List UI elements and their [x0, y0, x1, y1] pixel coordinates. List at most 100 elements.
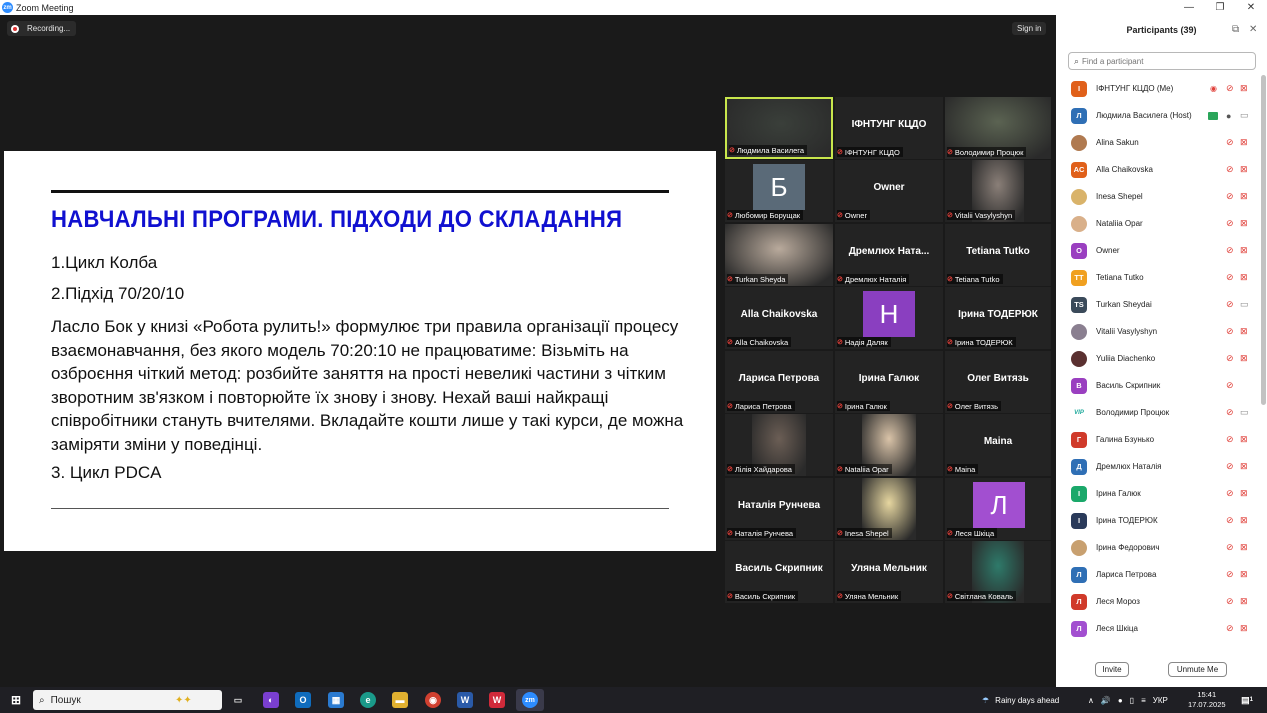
video-tile[interactable]: Б ⊘ Любомир Борущак	[725, 160, 833, 222]
participant-row[interactable]: Л Людмила Василега (Host) ● ▭	[1056, 102, 1261, 129]
language-indicator[interactable]: УКР	[1153, 696, 1168, 705]
weather-widget[interactable]: ☂ Rainy days ahead	[982, 687, 1059, 713]
video-tile[interactable]: Ірина Галюк ⊘ Ірина Галюк	[835, 351, 943, 413]
mic-muted-icon[interactable]: ⊘	[1226, 137, 1234, 148]
mic-muted-icon[interactable]: ⊘	[1226, 569, 1234, 580]
camera-off-icon[interactable]: ⊠	[1240, 326, 1248, 337]
chrome-icon[interactable]: ◉	[425, 692, 441, 708]
camera-off-icon[interactable]: ⊠	[1240, 218, 1248, 229]
video-tile[interactable]: Наталія Рунчева ⊘ Наталія Рунчева	[725, 478, 833, 540]
video-tile[interactable]: Tetiana Tutko ⊘ Tetiana Tutko	[945, 224, 1051, 286]
mic-muted-icon[interactable]: ⊘	[1226, 245, 1234, 256]
sign-in-button[interactable]: Sign in	[1012, 22, 1047, 35]
camera-off-icon[interactable]: ⊠	[1240, 164, 1248, 175]
participant-row[interactable]: TT Tetiana Tutko ⊘ ⊠	[1056, 264, 1261, 291]
volume-icon[interactable]: 🔊	[1101, 696, 1111, 705]
mic-muted-icon[interactable]: ⊘	[1226, 488, 1234, 499]
video-tile[interactable]: ⊘ Світлана Коваль	[945, 541, 1051, 603]
camera-off-icon[interactable]: ⊠	[1240, 461, 1248, 472]
mic-muted-icon[interactable]: ⊘	[1226, 326, 1234, 337]
zoom-taskbar-icon[interactable]: zm	[516, 689, 544, 711]
video-tile[interactable]: ⊘ Vitalii Vasylyshyn	[945, 160, 1051, 222]
participant-row[interactable]: Л Леся Шкіца ⊘ ⊠	[1056, 615, 1261, 642]
video-tile[interactable]: Н ⊘ Надія Даляк	[835, 287, 943, 349]
participant-row[interactable]: Л Лариса Петрова ⊘ ⊠	[1056, 561, 1261, 588]
camera-off-icon[interactable]: ⊠	[1240, 434, 1248, 445]
invite-button[interactable]: Invite	[1095, 662, 1129, 677]
mic-muted-icon[interactable]: ⊘	[1226, 191, 1234, 202]
participant-row[interactable]: І Ірина ТОДЕРЮК ⊘ ⊠	[1056, 507, 1261, 534]
camera-off-icon[interactable]: ⊠	[1240, 137, 1248, 148]
word-icon[interactable]: W	[457, 692, 473, 708]
system-tray[interactable]: ∧ 🔊 ● ▯ ≡ УКР	[1088, 687, 1168, 713]
mic-muted-icon[interactable]: ⊘	[1226, 272, 1234, 283]
video-tile[interactable]: Уляна Мельник ⊘ Уляна Мельник	[835, 541, 943, 603]
video-tile[interactable]: Олег Витязь ⊘ Олег Витязь	[945, 351, 1051, 413]
copilot-icon[interactable]: ◐	[263, 692, 279, 708]
task-view-icon[interactable]: ▭	[230, 692, 246, 708]
notification-icon[interactable]: ▤ 1	[1239, 692, 1255, 708]
participant-row[interactable]: Vitalii Vasylyshyn ⊘ ⊠	[1056, 318, 1261, 345]
scrollbar-thumb[interactable]	[1261, 75, 1266, 405]
video-tile[interactable]: ⊘ Лілія Хайдарова	[725, 414, 833, 476]
participant-row[interactable]: В Василь Скрипник ⊘	[1056, 372, 1261, 399]
mic-muted-icon[interactable]: ⊘	[1226, 461, 1234, 472]
store-icon[interactable]: ▦	[328, 692, 344, 708]
mic-on-icon[interactable]: ●	[1226, 111, 1231, 121]
microphone-icon[interactable]: ●	[1118, 696, 1123, 705]
mic-muted-icon[interactable]: ⊘	[1226, 596, 1234, 607]
participant-row[interactable]: Alina Sakun ⊘ ⊠	[1056, 129, 1261, 156]
mic-muted-icon[interactable]: ⊘	[1226, 380, 1234, 391]
camera-off-icon[interactable]: ⊠	[1240, 515, 1248, 526]
unmute-me-button[interactable]: Unmute Me	[1168, 662, 1227, 677]
file-explorer-icon[interactable]: ▬	[392, 692, 408, 708]
mic-muted-icon[interactable]: ⊘	[1226, 83, 1234, 94]
video-tile[interactable]: Василь Скрипник ⊘ Василь Скрипник	[725, 541, 833, 603]
participant-row[interactable]: Д Дремлюх Наталія ⊘ ⊠	[1056, 453, 1261, 480]
mic-muted-icon[interactable]: ⊘	[1226, 407, 1234, 418]
chevron-up-icon[interactable]: ∧	[1088, 696, 1094, 705]
camera-icon[interactable]: ▭	[1240, 407, 1249, 418]
clock[interactable]: 15:41 17.07.2025	[1188, 687, 1226, 713]
video-tile[interactable]: ⊘ Людмила Василега	[725, 97, 833, 159]
mic-muted-icon[interactable]: ⊘	[1226, 623, 1234, 634]
camera-off-icon[interactable]: ⊠	[1240, 488, 1248, 499]
participant-row[interactable]: Nataliia Opar ⊘ ⊠	[1056, 210, 1261, 237]
video-tile[interactable]: ⊘ Nataliia Opar	[835, 414, 943, 476]
participant-row[interactable]: AC Alla Chaikovska ⊘ ⊠	[1056, 156, 1261, 183]
battery-icon[interactable]: ▯	[1130, 696, 1134, 705]
participant-row[interactable]: Ірина Федорович ⊘ ⊠	[1056, 534, 1261, 561]
mic-muted-icon[interactable]: ⊘	[1226, 218, 1234, 229]
mic-muted-icon[interactable]: ⊘	[1226, 299, 1234, 310]
participant-row[interactable]: І Ірина Галюк ⊘ ⊠	[1056, 480, 1261, 507]
windows-start-icon[interactable]: ⊞	[8, 692, 24, 708]
camera-icon[interactable]: ▭	[1240, 110, 1249, 121]
participant-row[interactable]: Г Галина Бзунько ⊘ ⊠	[1056, 426, 1261, 453]
camera-off-icon[interactable]: ⊠	[1240, 596, 1248, 607]
mic-muted-icon[interactable]: ⊘	[1226, 515, 1234, 526]
camera-off-icon[interactable]: ⊠	[1240, 353, 1248, 364]
video-tile[interactable]: Лариса Петрова ⊘ Лариса Петрова	[725, 351, 833, 413]
participant-row[interactable]: Yuliia Diachenko ⊘ ⊠	[1056, 345, 1261, 372]
close-button[interactable]: ✕	[1236, 0, 1266, 15]
camera-off-icon[interactable]: ⊠	[1240, 542, 1248, 553]
mic-muted-icon[interactable]: ⊘	[1226, 542, 1234, 553]
participant-row[interactable]: Л Леся Мороз ⊘ ⊠	[1056, 588, 1261, 615]
camera-icon[interactable]: ▭	[1240, 299, 1249, 310]
participant-row[interactable]: Inesa Shepel ⊘ ⊠	[1056, 183, 1261, 210]
recording-indicator[interactable]: Recording...	[7, 21, 77, 36]
panel-close-icon[interactable]: ✕	[1249, 24, 1257, 35]
participant-row[interactable]: І ІФНТУНГ КЦДО (Me) ◉ ⊘ ⊠	[1056, 75, 1261, 102]
video-tile[interactable]: Maina ⊘ Maina	[945, 414, 1051, 476]
popout-icon[interactable]: ⧉	[1232, 24, 1239, 35]
network-icon[interactable]: ≡	[1141, 696, 1146, 705]
participant-list-scrollbar[interactable]	[1261, 75, 1266, 595]
participant-row[interactable]: O Owner ⊘ ⊠	[1056, 237, 1261, 264]
wps-icon[interactable]: W	[489, 692, 505, 708]
camera-off-icon[interactable]: ⊠	[1240, 623, 1248, 634]
video-tile[interactable]: ⊘ Володимир Процюк	[945, 97, 1051, 159]
minimize-button[interactable]: —	[1174, 0, 1204, 15]
taskbar-search[interactable]: ⌕ Пошук ✦✦	[33, 690, 222, 710]
participant-row[interactable]: VIP Володимир Процюк ⊘ ▭	[1056, 399, 1261, 426]
outlook-icon[interactable]: O	[295, 692, 311, 708]
